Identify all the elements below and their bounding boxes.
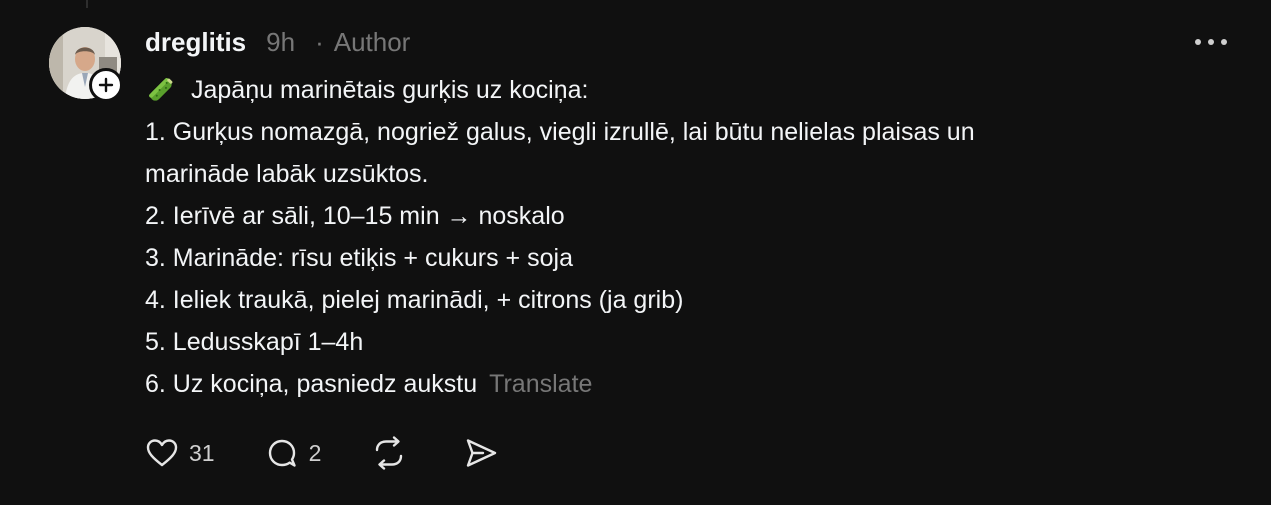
repost-button[interactable]: [371, 435, 407, 471]
plus-icon: [98, 77, 114, 93]
more-horizontal-icon: [1195, 39, 1227, 45]
heart-icon: [146, 439, 178, 467]
like-count: 31: [189, 439, 215, 466]
step-line: marināde labāk uzsūktos.: [145, 160, 429, 188]
translate-link[interactable]: Translate: [489, 370, 592, 398]
reply-count: 2: [308, 439, 322, 466]
username[interactable]: dreglitis: [145, 27, 246, 58]
step-line: 4. Ieliek traukā, pielej marinādi, + cit…: [145, 286, 684, 314]
post-header: dreglitis 9h · Author: [145, 24, 410, 60]
reply-button[interactable]: 2: [265, 436, 322, 470]
cucumber-icon: [145, 74, 177, 106]
like-button[interactable]: 31: [145, 437, 215, 469]
last-step-line: 6. Uz kociņa, pasniedz aukstu Translate: [145, 363, 1145, 405]
more-options-button[interactable]: [1189, 30, 1233, 54]
repost-icon: [376, 436, 403, 470]
avatar-container[interactable]: [49, 27, 123, 102]
author-badge: Author: [333, 26, 411, 57]
step-line: 1. Gurķus nomazgā, nogriež galus, viegli…: [145, 118, 975, 146]
send-icon: [467, 439, 497, 467]
action-bar: 31 2: [145, 431, 499, 475]
share-button[interactable]: [463, 436, 499, 470]
follow-button[interactable]: [89, 68, 123, 102]
separator-dot: ·: [315, 26, 324, 57]
thread-line: [86, 0, 88, 8]
intro-text: Japāņu marinētais gurķis uz kociņa:: [191, 76, 589, 104]
step-line: 5. Ledusskapī 1–4h: [145, 328, 364, 356]
post-time[interactable]: 9h: [266, 27, 295, 58]
step-line: 2. Ierīvē ar sāli, 10–15 min → noskalo: [145, 202, 565, 230]
comment-icon: [268, 439, 296, 467]
step-text: 6. Uz kociņa, pasniedz aukstu: [145, 370, 478, 398]
post-body: Japāņu marinētais gurķis uz kociņa: 1. G…: [145, 69, 1145, 405]
step-line: 3. Marināde: rīsu etiķis + cukurs + soja: [145, 244, 573, 272]
intro-line: Japāņu marinētais gurķis uz kociņa:: [145, 69, 1145, 111]
